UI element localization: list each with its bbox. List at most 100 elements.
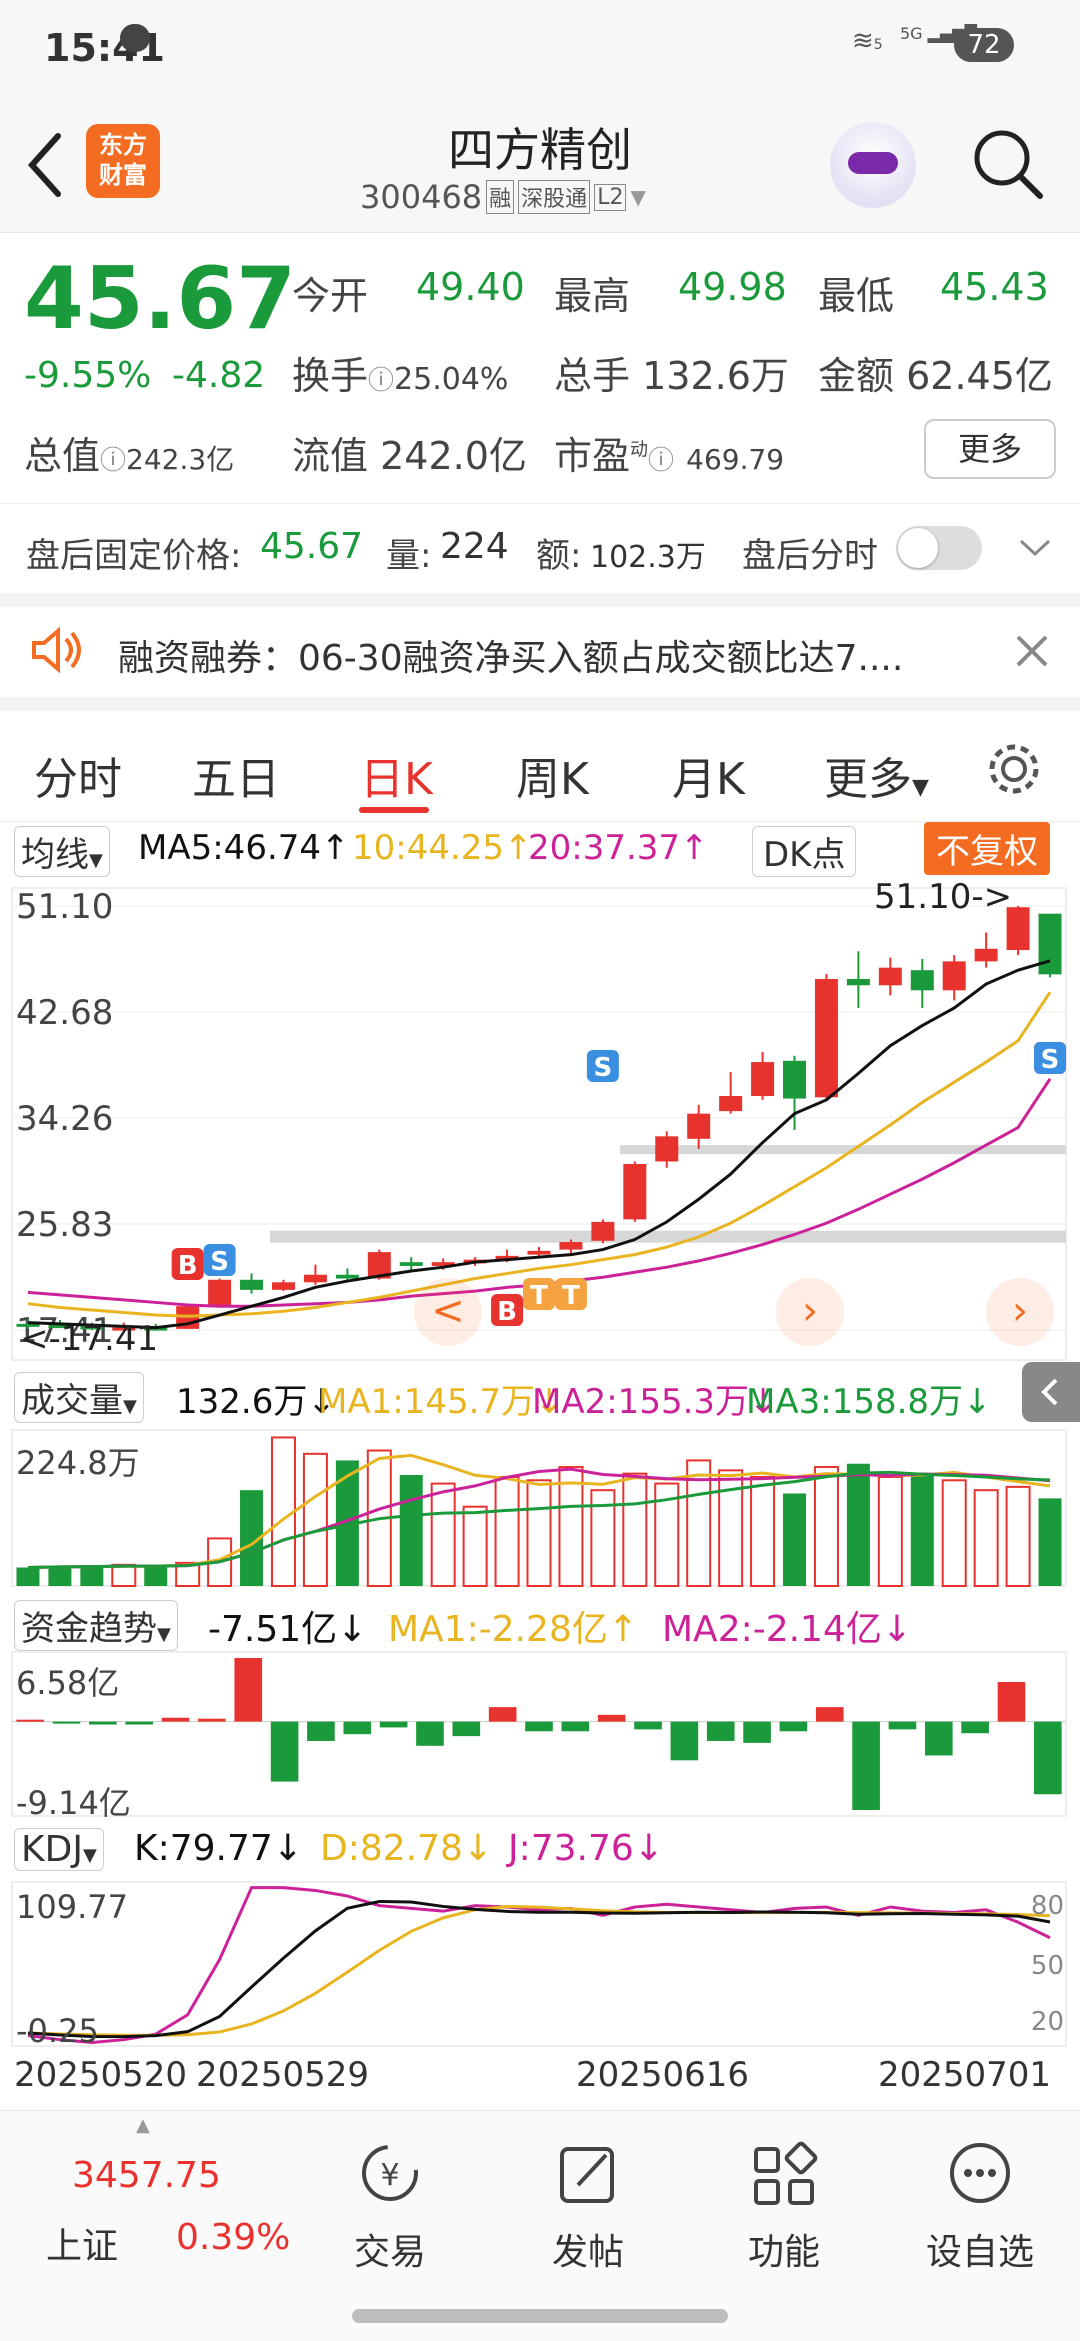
fund-bar: [488, 1707, 517, 1722]
notice-bar[interactable]: 融资融券：06-30融资净买入额占成交额比达7....: [0, 607, 1080, 697]
divider-2: [0, 697, 1080, 711]
volume-bar: [813, 1466, 839, 1587]
nav-trade-label: 交易: [353, 2232, 426, 2273]
fund-selector[interactable]: 资金趋势▼: [14, 1600, 178, 1651]
candle-body: [974, 948, 998, 962]
compose-icon: [560, 2147, 614, 2203]
nav-functions[interactable]: 功能: [724, 2139, 844, 2275]
stock-code: 300468: [360, 178, 483, 216]
y-tick-label: 25.83: [16, 1205, 113, 1245]
volume-bar: [302, 1452, 328, 1588]
margin-tag: 融: [486, 180, 515, 214]
amount-value: 62.45亿: [906, 354, 1053, 398]
kdj-k-line: [27, 1899, 1051, 2039]
index-name[interactable]: 上证: [46, 2217, 118, 2269]
fund-bar: [161, 1717, 190, 1722]
ma-legend-row: 均线▼ MA5:46.74↑ 10:44.25↑ 20:37.37↑ DK点 不…: [0, 822, 1080, 877]
candle-body: [271, 1282, 295, 1290]
candle-body: [208, 1279, 232, 1307]
fund-bar: [416, 1721, 444, 1746]
fund-bar: [924, 1721, 953, 1756]
candle-body: [719, 1096, 743, 1112]
collapse-panel-button[interactable]: [1022, 1362, 1080, 1422]
volume-value: 132.6万↓: [176, 1382, 336, 1422]
chart-nav-arrow: <: [431, 1288, 465, 1334]
pe-info-icon[interactable]: ⓘ: [648, 446, 674, 476]
kdj-dropdown-icon: ▼: [82, 1845, 97, 1866]
change-pct: -9.55%: [24, 355, 152, 396]
turnover-row: 换手ⓘ25.04%: [292, 345, 508, 400]
y-tick-label: 51.10: [16, 887, 113, 927]
pe-label: 市盈: [554, 434, 631, 478]
tab-monthly-k[interactable]: 月K: [672, 743, 745, 807]
after-hours-toggle[interactable]: [896, 526, 982, 570]
volume-selector[interactable]: 成交量▼: [14, 1372, 144, 1423]
index-pct[interactable]: 0.39%: [176, 2217, 290, 2258]
speaker-icon: [32, 626, 81, 674]
last-price: 45.67: [24, 249, 297, 349]
dropdown-icon[interactable]: ▼: [630, 185, 645, 209]
more-button[interactable]: 更多: [924, 419, 1056, 479]
nav-post[interactable]: 发帖: [528, 2139, 648, 2275]
candle-body: [303, 1274, 327, 1283]
after-amt-label: 额:: [536, 536, 582, 576]
net1-label: 5: [873, 37, 883, 53]
tab-intraday[interactable]: 分时: [34, 743, 122, 807]
fund-bar: [270, 1721, 299, 1782]
fund-bar: [198, 1718, 226, 1722]
kdj-k: K:79.77↓: [134, 1828, 303, 1869]
expand-chevron-icon[interactable]: [1018, 538, 1052, 558]
nav-trade[interactable]: ¥ 交易: [330, 2139, 450, 2275]
dk-point-button[interactable]: DK点: [752, 826, 857, 877]
kdj-selector[interactable]: KDJ▼: [14, 1828, 104, 1871]
volume-bar: [973, 1489, 999, 1587]
wifi-icon: ≋5: [852, 26, 883, 56]
robot-avatar-icon[interactable]: [830, 122, 916, 208]
nav-post-label: 发帖: [551, 2232, 624, 2273]
volume-bar: [783, 1493, 807, 1586]
nav-watchlist[interactable]: 设自选: [920, 2139, 1040, 2275]
chart-nav-arrow: ›: [802, 1288, 818, 1334]
notice-text: 融资融券：06-30融资净买入额占成交额比达7....: [118, 638, 904, 679]
signal-badge-label: T: [562, 1281, 580, 1311]
volume-bar: [144, 1566, 168, 1586]
candle-body: [591, 1221, 615, 1241]
kline-chart[interactable]: 51.1042.6834.2625.8317.4151.10-><-17.41B…: [0, 874, 1080, 2100]
amount-row: 金额 62.45亿: [818, 345, 1053, 400]
fund-legend-row: 资金趋势▼ -7.51亿↓ MA1:-2.28亿↑ MA2:-2.14亿↓: [0, 1596, 1080, 1651]
index-value[interactable]: 3457.75: [72, 2155, 221, 2196]
gear-icon[interactable]: [984, 739, 1044, 799]
fund-bar: [997, 1681, 1026, 1722]
candle-body: [878, 967, 902, 986]
fund-bar: [779, 1721, 808, 1732]
after-price-value: 45.67: [260, 526, 364, 567]
vma3-legend: MA3:158.8万↓: [746, 1382, 992, 1422]
tab-weekly-k[interactable]: 周K: [516, 743, 589, 807]
volume-bar: [1038, 1498, 1062, 1586]
search-icon[interactable]: [968, 124, 1048, 204]
pe-value: 469.79: [686, 443, 785, 476]
fund-bar: [452, 1721, 481, 1737]
volume-bar: [494, 1475, 520, 1588]
ma-selector[interactable]: 均线▼: [14, 826, 110, 877]
trade-icon: ¥: [362, 2145, 418, 2201]
tab-more[interactable]: 更多▼: [824, 743, 929, 807]
tab-five-day[interactable]: 五日: [192, 743, 280, 807]
info-icon[interactable]: ⓘ: [100, 446, 126, 476]
turnover-label: 换手: [292, 354, 369, 398]
candle-body: [942, 961, 966, 991]
home-indicator: [352, 2309, 728, 2323]
open-label: 今开: [292, 274, 369, 318]
fund-bar: [379, 1721, 408, 1728]
kdj-right-tick: 20: [1031, 2007, 1064, 2037]
close-icon[interactable]: [1012, 631, 1052, 671]
amount-label: 金额: [818, 354, 895, 398]
tab-daily-k[interactable]: 日K: [360, 743, 433, 807]
price-adjust-button[interactable]: 不复权: [924, 822, 1050, 875]
kdj-right-tick: 80: [1031, 1891, 1064, 1921]
float-value: 242.0亿: [380, 434, 527, 478]
stock-code-row: 300468 融 深股通 L2 ▼: [360, 178, 646, 216]
volume-value: 132.6万: [642, 354, 789, 398]
turnover-info-icon[interactable]: ⓘ: [368, 366, 394, 396]
fund-bar: [1034, 1721, 1062, 1795]
